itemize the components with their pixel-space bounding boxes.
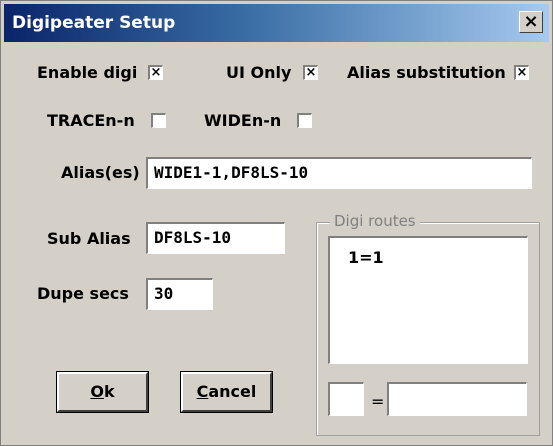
widen-n-checkbox[interactable] <box>297 113 312 128</box>
route-from-input[interactable] <box>328 382 364 416</box>
route-equals-label: = <box>371 392 385 411</box>
dupe-secs-input[interactable]: 30 <box>146 278 213 310</box>
close-icon[interactable]: × <box>519 11 543 33</box>
alias-substitution-label: Alias substitution <box>347 63 506 82</box>
tracen-n-label: TRACEn-n <box>47 111 135 130</box>
dupe-secs-label: Dupe secs <box>37 284 129 303</box>
tracen-n-checkbox[interactable] <box>151 113 166 128</box>
digi-routes-label: Digi routes <box>330 212 420 230</box>
aliases-label: Alias(es) <box>61 163 140 182</box>
window-title: Digipeater Setup <box>12 13 176 33</box>
sub-alias-label: Sub Alias <box>47 229 131 248</box>
enable-digi-checkbox[interactable]: × <box>148 65 163 80</box>
sub-alias-input[interactable]: DF8LS-10 <box>146 222 285 254</box>
enable-digi-label: Enable digi <box>37 63 138 82</box>
digi-route-item[interactable]: 1=1 <box>348 248 384 267</box>
digi-routes-listbox[interactable]: 1=1 <box>328 236 528 364</box>
ui-only-label: UI Only <box>226 63 292 82</box>
ui-only-checkbox[interactable]: × <box>303 65 318 80</box>
widen-n-label: WIDEn-n <box>204 111 282 130</box>
alias-substitution-checkbox[interactable]: × <box>514 65 529 80</box>
aliases-input[interactable]: WIDE1-1,DF8LS-10 <box>146 157 532 189</box>
ok-button[interactable]: Ok <box>57 372 148 412</box>
title-bar[interactable]: Digipeater Setup × <box>4 4 549 42</box>
cancel-button[interactable]: Cancel <box>181 372 272 412</box>
route-to-input[interactable] <box>387 382 527 416</box>
